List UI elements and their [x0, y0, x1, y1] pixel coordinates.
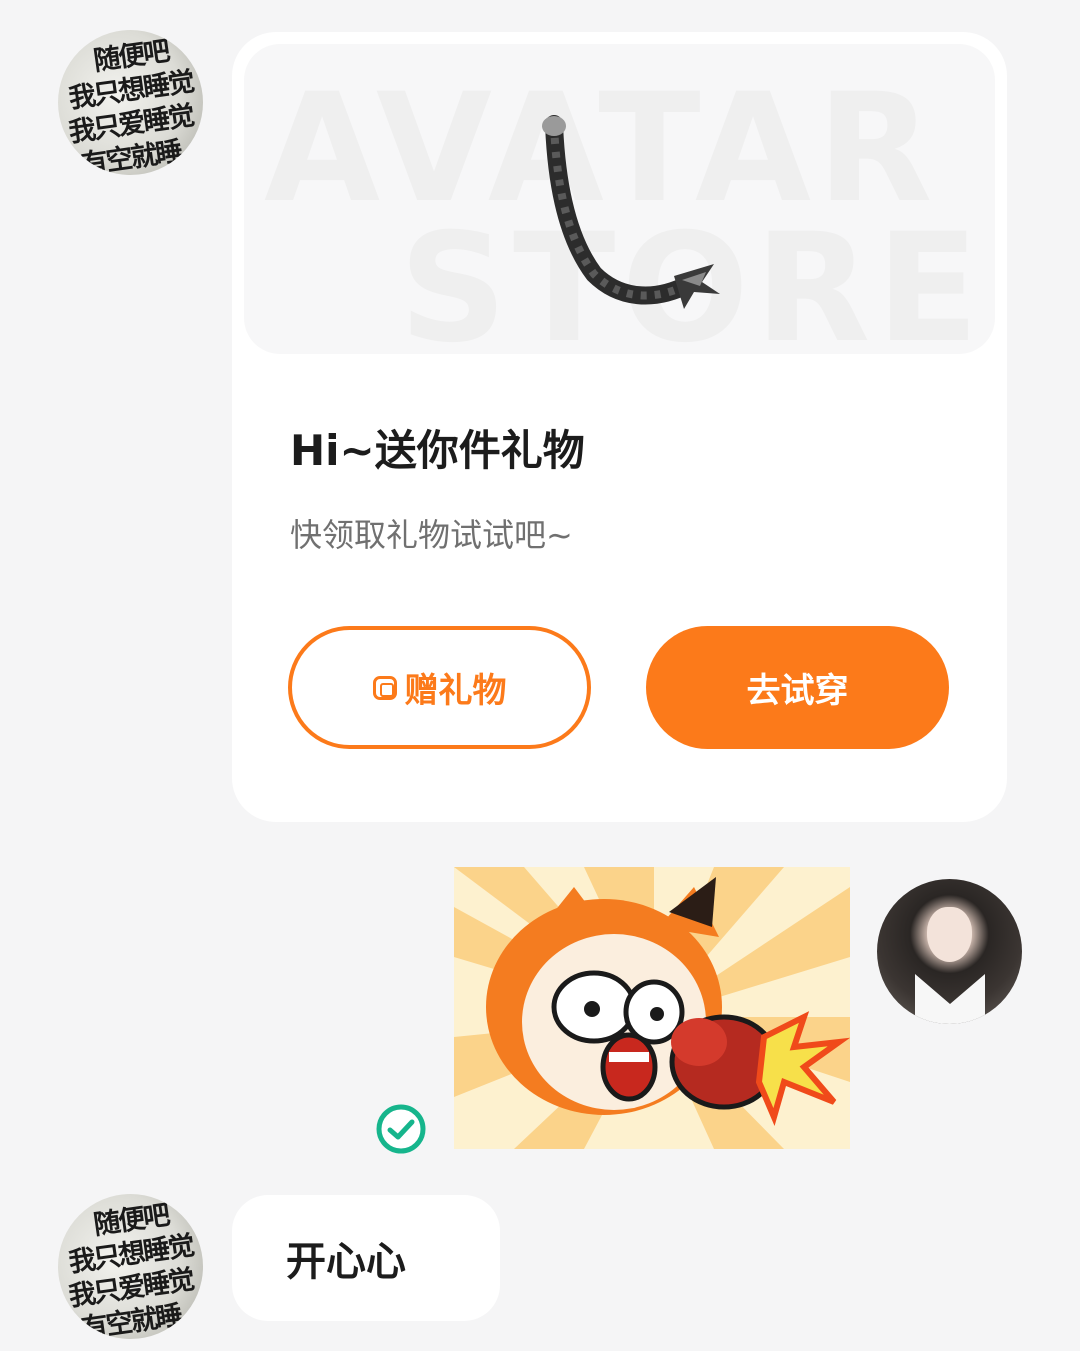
send-gift-button[interactable]: 赠礼物 [288, 626, 591, 749]
gift-card-message[interactable]: AVATAR STORE Hi~送你件礼物 快领取礼物试试吧~ 赠礼物 去试穿 [232, 32, 1007, 822]
gift-banner: AVATAR STORE [244, 44, 995, 354]
self-avatar[interactable] [877, 879, 1022, 1024]
contact-avatar[interactable]: 随便吧 我只想睡觉 我只爱睡觉 有空就睡 [58, 1194, 203, 1339]
gift-card-subtitle: 快领取礼物试试吧~ [290, 516, 573, 554]
try-on-button[interactable]: 去试穿 [646, 626, 949, 749]
avatar-face [927, 907, 972, 962]
tail-accessory-image [542, 115, 720, 309]
gift-card-title: Hi~送你件礼物 [290, 426, 585, 475]
message-text: 开心心 [286, 1239, 406, 1285]
gift-icon [372, 675, 397, 700]
check-circle-icon [376, 1104, 426, 1154]
text-message-bubble[interactable]: 开心心 [232, 1195, 500, 1321]
contact-avatar[interactable]: 随便吧 我只想睡觉 我只爱睡觉 有空就睡 [58, 30, 203, 175]
sticker-message[interactable] [454, 867, 850, 1149]
try-on-label: 去试穿 [746, 671, 849, 711]
punch-sticker-image [454, 867, 850, 1149]
send-gift-label: 赠礼物 [404, 671, 507, 711]
avatar-collar [915, 974, 985, 1024]
